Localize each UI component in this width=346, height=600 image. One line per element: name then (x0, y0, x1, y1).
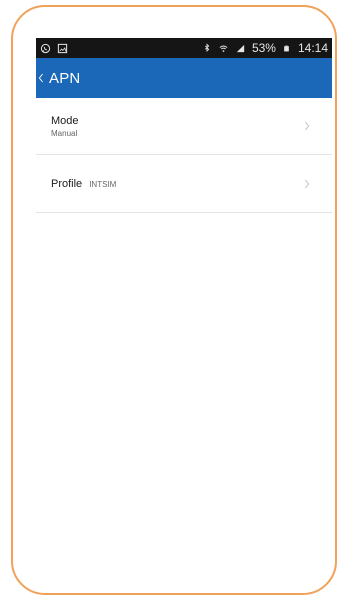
gallery-icon (56, 42, 68, 54)
wifi-icon (218, 42, 230, 54)
list-item-text: Profile INTSIM (51, 178, 116, 190)
status-bar: 53% 14:14 (36, 38, 332, 58)
bluetooth-icon (201, 42, 213, 54)
status-bar-right: 53% 14:14 (201, 41, 328, 55)
page-title: APN (49, 69, 81, 87)
status-time: 14:14 (297, 41, 328, 55)
list-item-title: Profile (51, 177, 83, 190)
list-item-value: Manual (51, 128, 78, 138)
phone-screen: 53% 14:14 APN Mode Manual Profile INTSIM (36, 38, 332, 558)
whatsapp-icon (39, 42, 51, 54)
list-item-profile[interactable]: Profile INTSIM (36, 155, 332, 213)
signal-icon (235, 42, 247, 54)
list-item-title: Mode (51, 114, 79, 127)
list-item-mode[interactable]: Mode Manual (36, 98, 332, 155)
list-item-value: INTSIM (89, 179, 117, 189)
chevron-right-icon (302, 177, 312, 191)
battery-icon (281, 42, 293, 54)
settings-list: Mode Manual Profile INTSIM (36, 98, 332, 213)
toolbar: APN (36, 58, 332, 98)
list-item-text: Mode Manual (51, 115, 79, 138)
battery-percent: 53% (251, 41, 276, 55)
status-bar-left (39, 42, 68, 54)
chevron-left-icon (36, 71, 46, 85)
back-button[interactable]: APN (36, 58, 80, 98)
chevron-right-icon (302, 119, 312, 133)
